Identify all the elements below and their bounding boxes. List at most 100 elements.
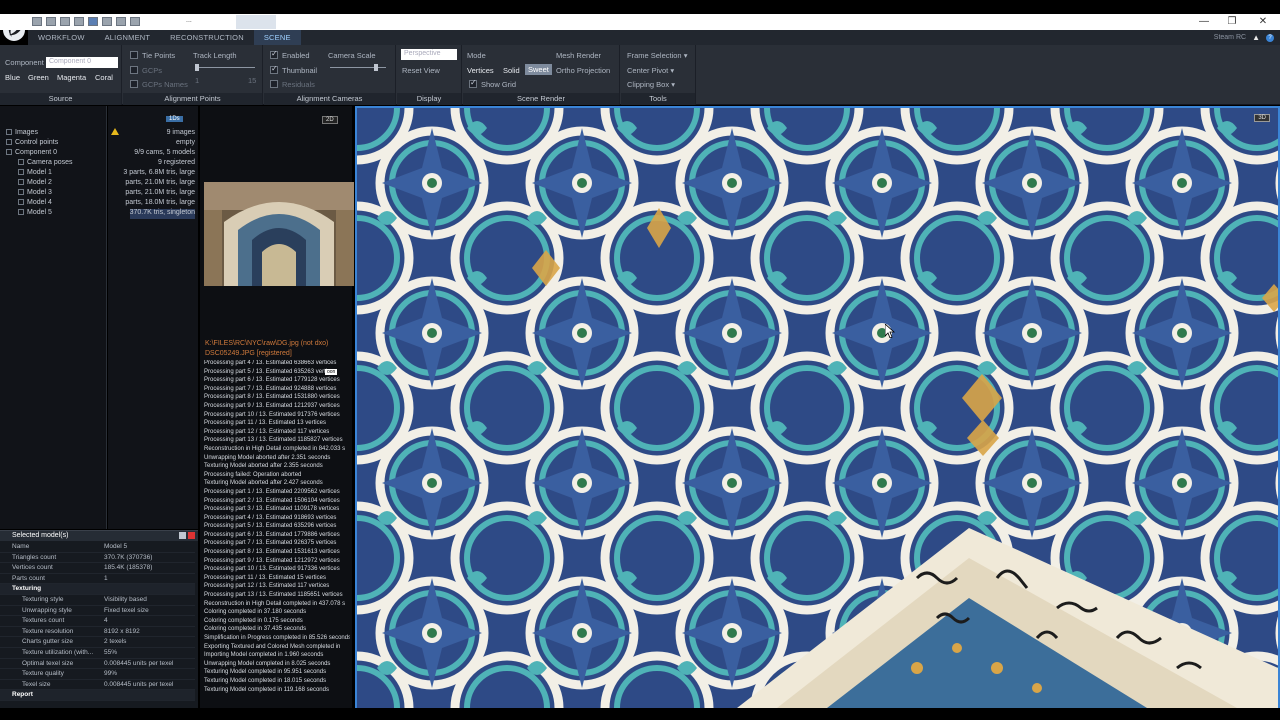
frame-selection-button[interactable]: Frame Selection ▾: [627, 51, 687, 60]
layout-5-icon[interactable]: [88, 17, 98, 26]
new-tab[interactable]: [236, 15, 276, 29]
center-pivot-button[interactable]: Center Pivot ▾: [627, 66, 674, 75]
layout-2-icon[interactable]: [46, 17, 56, 26]
reset-view-button[interactable]: Reset View: [402, 66, 440, 75]
ribbon: Component Component 0 Blue Green Magenta…: [0, 45, 1280, 105]
property-value: 55%: [104, 649, 118, 656]
restore-button[interactable]: ❐: [1218, 15, 1246, 29]
layout-6-icon[interactable]: [102, 17, 112, 26]
track-length-knob[interactable]: [195, 64, 199, 71]
property-key: Texture resolution: [22, 627, 74, 635]
thumbnail-checkbox[interactable]: [270, 64, 278, 74]
tree-item-model-4[interactable]: Model 4: [18, 199, 52, 209]
layout-1-icon[interactable]: [32, 17, 42, 26]
expand-icon[interactable]: [18, 179, 24, 185]
log-badge: oon: [325, 369, 338, 375]
expand-icon[interactable]: [18, 199, 24, 205]
projection-select[interactable]: Perspective: [401, 49, 457, 60]
mesh-render-label[interactable]: Mesh Render: [556, 51, 601, 60]
enabled-label: Enabled: [282, 51, 310, 60]
log-line: Processing part 12 / 13. Estimated 117 v…: [204, 428, 330, 435]
selected-model-panel: Selected model(s) Name Model 5 Triangles c…: [0, 530, 198, 710]
vertices-button[interactable]: Vertices: [467, 66, 494, 75]
tree-item-model-5[interactable]: Model 5: [18, 209, 52, 219]
log-line: Processing part 1 / 13. Estimated 220956…: [204, 488, 340, 495]
color-magenta-button[interactable]: Magenta: [57, 73, 86, 82]
mode-label: Mode: [467, 51, 486, 60]
component-select[interactable]: Component 0: [46, 57, 118, 68]
tree-item-camera-poses[interactable]: Camera poses: [18, 159, 73, 169]
tab-scene[interactable]: SCENE: [253, 30, 301, 45]
property-key: Textures count: [22, 617, 65, 625]
expand-icon[interactable]: [18, 159, 24, 165]
scene-render[interactable]: [357, 108, 1278, 708]
layout-3-icon[interactable]: [60, 17, 70, 26]
track-length-label: Track Length: [193, 51, 237, 60]
sweet-button[interactable]: Sweet: [525, 64, 552, 75]
show-grid-checkbox[interactable]: [469, 78, 477, 88]
2d-view-button[interactable]: 2D: [322, 116, 338, 124]
tree-item-model-1[interactable]: Model 1: [18, 169, 52, 179]
document-tab[interactable]: ...: [182, 15, 234, 29]
expand-icon[interactable]: [6, 129, 12, 135]
group-alignment-points: Tie Points GCPs GCPs Names Track Length …: [123, 45, 263, 105]
expand-icon[interactable]: [18, 169, 24, 175]
close-icon[interactable]: [188, 532, 195, 539]
property-value: 0.008445 units per texel: [104, 680, 174, 688]
warning-icon[interactable]: ▲: [1252, 33, 1260, 42]
track-length-slider[interactable]: [195, 67, 255, 68]
minimize-button[interactable]: —: [1190, 15, 1218, 29]
gcps-names-checkbox[interactable]: [130, 80, 138, 88]
layout-7-icon[interactable]: [116, 17, 126, 26]
solid-button[interactable]: Solid: [503, 66, 520, 75]
log-line: Processing part 13 / 13. Estimated 11858…: [204, 437, 343, 444]
color-coral-button[interactable]: Coral: [95, 73, 113, 82]
property-value: 8192 x 8192: [104, 627, 140, 635]
expand-icon[interactable]: [6, 139, 12, 145]
tie-points-label: Tie Points: [142, 51, 176, 60]
tree-item-component-0[interactable]: Component 0: [6, 149, 57, 159]
camera-scale-knob[interactable]: [374, 64, 378, 71]
close-button[interactable]: ✕: [1249, 15, 1277, 29]
tie-points-checkbox[interactable]: [130, 51, 138, 59]
gcps-checkbox[interactable]: [130, 66, 138, 74]
tree-item-images[interactable]: Images: [6, 129, 38, 139]
tree-item-model-3[interactable]: Model 3: [18, 189, 52, 199]
clipping-box-button[interactable]: Clipping Box ▾: [627, 80, 675, 89]
color-blue-button[interactable]: Blue: [5, 73, 20, 82]
layout-8-icon[interactable]: [130, 17, 140, 26]
log-line: Processing part 9 / 13. Estimated 121297…: [204, 557, 340, 564]
residuals-checkbox[interactable]: [270, 80, 278, 88]
1ds-badge[interactable]: 1Ds: [166, 116, 183, 122]
ortho-projection-button[interactable]: Ortho Projection: [556, 66, 610, 75]
help-icon[interactable]: ?: [1266, 33, 1274, 42]
tab-alignment[interactable]: ALIGNMENT: [95, 30, 161, 45]
property-key: Triangles count: [12, 553, 57, 561]
account-name[interactable]: Steam RC: [1214, 34, 1246, 41]
3d-viewport[interactable]: 3D: [355, 106, 1280, 710]
collapse-icon[interactable]: [6, 149, 12, 155]
log-line: Unwrapping Model aborted after 2.351 sec…: [204, 454, 331, 461]
property-value: 99%: [104, 670, 118, 678]
property-row: Charts gutter size 2 texels: [0, 637, 195, 648]
3d-view-button[interactable]: 3D: [1254, 114, 1270, 122]
log-line: Processing part 11 / 13. Estimated 13 ve…: [204, 420, 326, 427]
color-green-button[interactable]: Green: [28, 73, 49, 82]
enabled-checkbox[interactable]: [270, 49, 278, 59]
image-thumbnail[interactable]: [204, 182, 354, 286]
tree-item-label: Model 4: [27, 199, 52, 206]
tab-workflow[interactable]: WORKFLOW: [28, 30, 95, 45]
tab-reconstruction[interactable]: RECONSTRUCTION: [160, 30, 254, 45]
pin-icon[interactable]: [179, 532, 186, 539]
layout-4-icon[interactable]: [74, 17, 84, 26]
expand-icon[interactable]: [18, 189, 24, 195]
group-title-tools: Tools: [621, 93, 695, 105]
property-section[interactable]: Texturing: [0, 584, 195, 595]
property-section[interactable]: Report: [0, 690, 195, 701]
property-row: Texture quality 99%: [0, 669, 195, 680]
expand-icon[interactable]: [18, 209, 24, 215]
tree-item-control-points[interactable]: Control points: [6, 139, 58, 149]
group-alignment-cameras: Enabled Thumbnail Residuals Camera Scale…: [264, 45, 396, 105]
tree-item-model-2[interactable]: Model 2: [18, 179, 52, 189]
log-line: Processing part 10 / 13. Estimated 91737…: [204, 411, 340, 418]
